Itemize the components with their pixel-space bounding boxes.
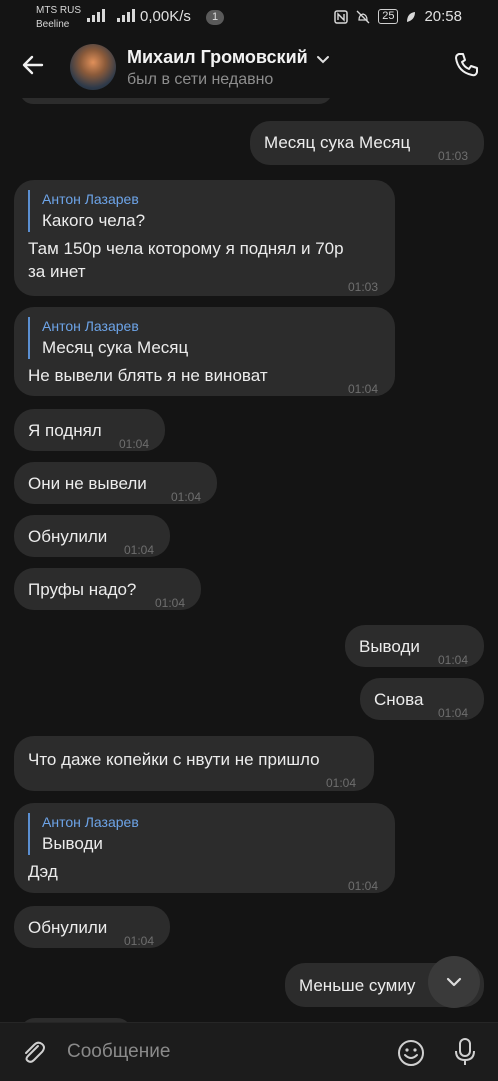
message-incoming[interactable]: Обнулили 01:04 [14, 906, 170, 948]
contact-status: был в сети недавно [127, 71, 274, 88]
message-text-line-2: за инет [28, 262, 86, 281]
scroll-down-icon [446, 977, 462, 987]
message-time: 01:03 [348, 280, 379, 294]
reply-quote[interactable]: Антон Лазарев Месяц сука Месяц [28, 317, 381, 359]
phone-icon[interactable] [452, 50, 482, 80]
network-speed: 0,00K/s [140, 8, 191, 25]
message-incoming[interactable]: Они не вывели 01:04 [14, 462, 217, 504]
message-composer: Сообщение [0, 1022, 498, 1081]
message-incoming[interactable]: Пруфы надо? 01:04 [14, 568, 201, 610]
microphone-icon[interactable] [452, 1037, 478, 1067]
chat-header: Михаил Громовский был в сети недавно [0, 34, 498, 98]
emoji-icon[interactable] [396, 1038, 426, 1068]
message-text: Что даже копейки с нвути не пришло [28, 750, 320, 769]
message-incoming[interactable]: Обнулили 01:04 [14, 515, 170, 557]
mute-bell-icon [356, 10, 370, 23]
message-time: 01:04 [326, 776, 357, 790]
message-input[interactable]: Сообщение [67, 1041, 170, 1063]
message-text: Я поднял [28, 421, 102, 440]
message-time: 01:03 [438, 149, 469, 163]
status-bar: MTS RUS Beeline 0,00K/s 1 25 20:58 [0, 0, 498, 34]
message-incoming[interactable]: Что даже копейки с нвути не пришло 01:04 [14, 736, 374, 791]
message-time: 01:04 [348, 382, 379, 396]
back-arrow-icon[interactable] [18, 50, 48, 80]
signal-strength-2-icon [117, 8, 135, 22]
nfc-icon [334, 9, 348, 24]
message-time: 01:04 [119, 437, 150, 451]
message-text: Пруфы надо? [28, 580, 137, 599]
message-text: Они не вывели [28, 474, 147, 493]
message-text: Не вывели блять я не виноват [28, 366, 268, 385]
avatar[interactable] [70, 44, 116, 90]
message-text: Снова [374, 690, 424, 709]
message-text: Месяц сука Месяц [264, 133, 411, 152]
message-list[interactable]: Месяц сука Месяц 01:03 Антон Лазарев Как… [0, 98, 498, 1022]
status-right: 25 20:58 [334, 8, 462, 25]
message-bubble-partial [20, 98, 332, 104]
message-time: 01:04 [438, 706, 469, 720]
contact-name[interactable]: Михаил Громовский [127, 47, 308, 68]
reply-text: Выводи [42, 834, 103, 853]
message-outgoing[interactable]: Выводи 01:04 [345, 625, 484, 667]
carrier-2: Beeline [36, 19, 70, 30]
reply-author: Антон Лазарев [42, 191, 139, 207]
clock: 20:58 [424, 8, 462, 25]
battery-level: 25 [378, 9, 399, 24]
message-text: Дэд [28, 862, 58, 881]
carrier-1: MTS RUS [36, 5, 81, 16]
reply-quote[interactable]: Антон Лазарев Выводи [28, 813, 381, 855]
message-text: Обнулили [28, 527, 108, 546]
signal-strength-icon [87, 8, 105, 22]
message-time: 01:04 [124, 543, 155, 557]
message-time: 01:04 [155, 596, 186, 610]
message-outgoing[interactable]: Месяц сука Месяц 01:03 [250, 121, 484, 165]
message-incoming-reply[interactable]: Антон Лазарев Какого чела? Там 150р чела… [14, 180, 395, 296]
message-text-line-1: Там 150р чела которому я поднял и 70р [28, 239, 344, 258]
message-text: Выводи [359, 637, 420, 656]
message-incoming-reply[interactable]: Антон Лазарев Выводи Дэд 01:04 [14, 803, 395, 893]
reply-author: Антон Лазарев [42, 318, 139, 334]
message-time: 01:04 [438, 653, 469, 667]
message-text: Меньше сумиу [299, 976, 416, 995]
reply-author: Антон Лазарев [42, 814, 139, 830]
reply-text: Какого чела? [42, 211, 146, 230]
message-time: 01:04 [348, 879, 379, 893]
message-time: 01:04 [124, 934, 155, 948]
message-outgoing[interactable]: Снова 01:04 [360, 678, 484, 720]
reply-quote[interactable]: Антон Лазарев Какого чела? [28, 190, 381, 232]
message-incoming-reply[interactable]: Антон Лазарев Месяц сука Месяц Не вывели… [14, 307, 395, 396]
leaf-icon [407, 11, 416, 22]
sim-badge: 1 [206, 10, 225, 25]
message-text: Обнулили [28, 918, 108, 937]
message-incoming[interactable]: Я поднял 01:04 [14, 409, 165, 451]
chevron-down-icon[interactable] [316, 52, 330, 66]
carrier-names: MTS RUS Beeline [36, 4, 81, 32]
paperclip-icon[interactable] [18, 1037, 48, 1067]
reply-text: Месяц сука Месяц [42, 338, 189, 357]
scroll-down-button[interactable] [428, 956, 480, 1008]
message-time: 01:04 [171, 490, 202, 504]
